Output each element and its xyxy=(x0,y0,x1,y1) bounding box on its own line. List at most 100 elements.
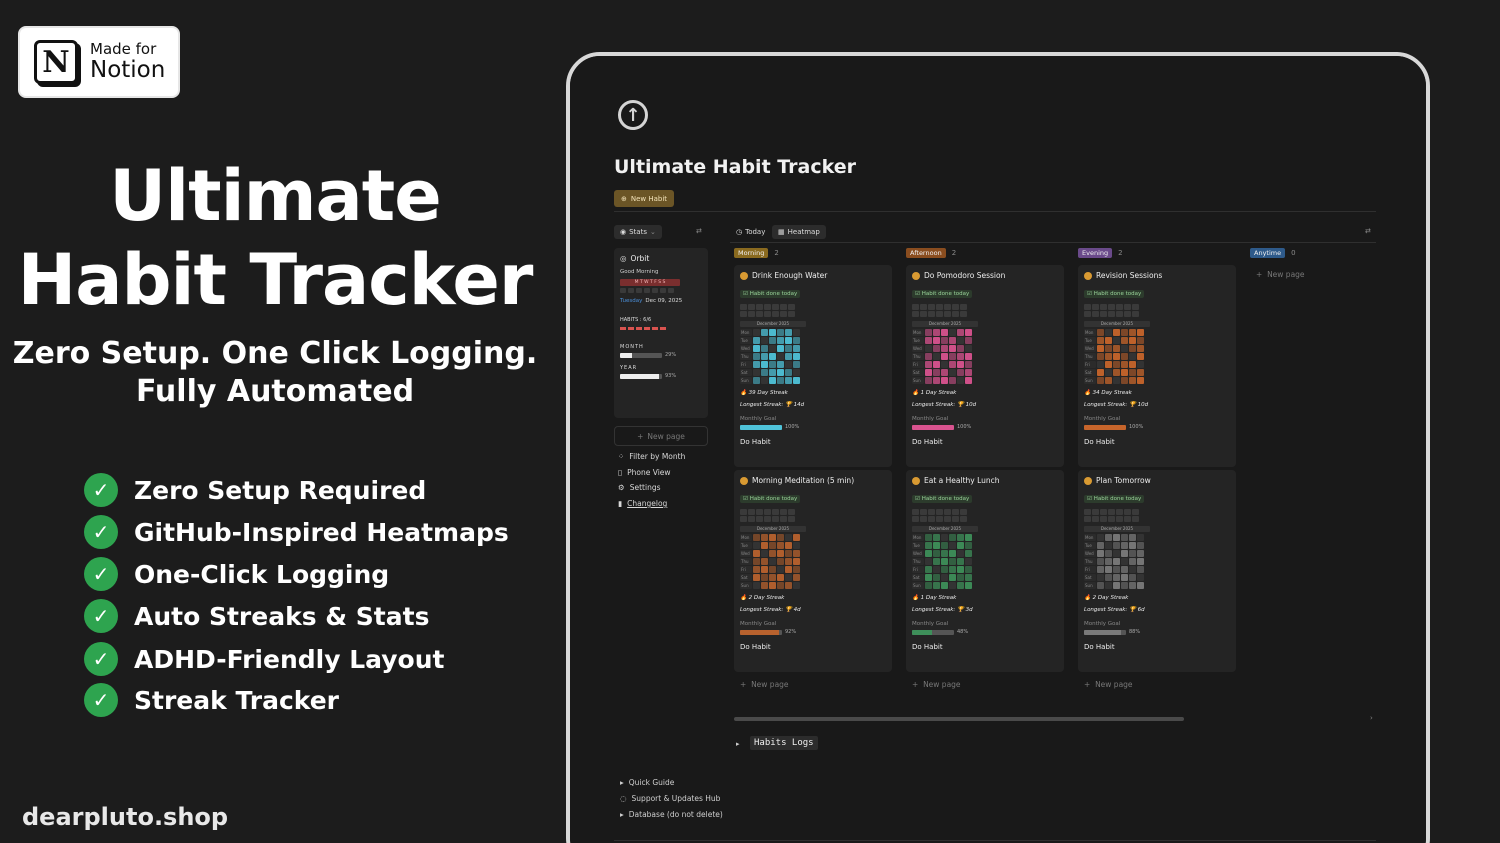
heatmap-cell xyxy=(761,377,768,384)
toggle-quick-guide[interactable]: ▸ Quick Guide xyxy=(620,778,674,787)
heatmap-cell xyxy=(753,377,760,384)
group-anytime[interactable]: Anytime 0 xyxy=(1250,248,1296,258)
sidebar-link-filter-by-month[interactable]: ⁘ Filter by Month xyxy=(618,452,685,461)
group-morning[interactable]: Morning 2 xyxy=(734,248,779,258)
do-habit-button[interactable]: Do Habit xyxy=(1084,643,1230,651)
do-habit-button[interactable]: Do Habit xyxy=(740,643,886,651)
heatmap-cell xyxy=(1097,566,1104,573)
sidebar-link-changelog[interactable]: ▮ Changelog xyxy=(618,499,667,508)
habit-title-label: Morning Meditation (5 min) xyxy=(752,476,855,485)
heatmap-cell xyxy=(793,550,800,557)
habit-done-badge[interactable]: ☑ Habit done today xyxy=(740,495,801,503)
heatmap-cell xyxy=(941,361,948,368)
heatmap-cell xyxy=(1105,361,1112,368)
link-support-hub[interactable]: ◌ Support & Updates Hub xyxy=(620,794,720,803)
tab-stats[interactable]: ◉ Stats ⌄ xyxy=(614,225,662,239)
habit-done-badge[interactable]: ☑ Habit done today xyxy=(1084,290,1145,298)
habit-card[interactable]: Morning Meditation (5 min) ☑ Habit done … xyxy=(734,470,892,672)
habit-title[interactable]: Do Pomodoro Session xyxy=(912,271,1058,280)
clock-icon: ◷ xyxy=(736,228,743,236)
heatmap-cell xyxy=(777,582,784,589)
habit-done-badge[interactable]: ☑ Habit done today xyxy=(1084,495,1145,503)
hero-title-line1: Ultimate xyxy=(109,155,441,237)
monthly-goal-bar: 48% xyxy=(912,629,1058,635)
do-habit-button[interactable]: Do Habit xyxy=(912,438,1058,446)
habit-card[interactable]: Revision Sessions ☑ Habit done today Dec… xyxy=(1078,265,1236,467)
view-today[interactable]: ◷ Today xyxy=(730,225,771,239)
heatmap-cell xyxy=(769,534,776,541)
view-heatmap[interactable]: ▦ Heatmap xyxy=(772,225,826,239)
toggle-triangle-icon[interactable]: ▸ xyxy=(736,740,740,748)
anytime-new-page[interactable]: + New page xyxy=(1256,270,1305,279)
heatmap-cell xyxy=(1097,582,1104,589)
sidebar-new-page-button[interactable]: + New page xyxy=(614,426,708,446)
day-label: Wed xyxy=(740,550,752,557)
chevron-right-icon[interactable]: › xyxy=(1370,714,1373,722)
habit-done-badge[interactable]: ☑ Habit done today xyxy=(740,290,801,298)
do-habit-button[interactable]: Do Habit xyxy=(740,438,886,446)
habit-done-badge[interactable]: ☑ Habit done today xyxy=(912,495,973,503)
habit-title[interactable]: Plan Tomorrow xyxy=(1084,476,1230,485)
habit-title[interactable]: Morning Meditation (5 min) xyxy=(740,476,886,485)
goal-fill xyxy=(912,424,954,430)
heatmap-cell xyxy=(1121,353,1128,360)
habit-title[interactable]: Eat a Healthy Lunch xyxy=(912,476,1058,485)
habit-card[interactable]: Eat a Healthy Lunch ☑ Habit done today D… xyxy=(906,470,1064,672)
heatmap-cell xyxy=(1137,574,1144,581)
sidebar-link-phone-view[interactable]: ▯ Phone View xyxy=(618,468,671,477)
heatmap-cell xyxy=(1121,574,1128,581)
habit-title[interactable]: Revision Sessions xyxy=(1084,271,1230,280)
sliders-icon[interactable]: ⇄ xyxy=(696,227,702,235)
week-row xyxy=(740,509,886,515)
horizontal-scrollbar[interactable] xyxy=(734,717,1184,721)
heatmap-cell xyxy=(1129,582,1136,589)
heatmap-grid: Mon Tue Wed Thu Fri Sat Sun xyxy=(740,329,886,384)
heatmap-cell xyxy=(1113,353,1120,360)
do-habit-button[interactable]: Do Habit xyxy=(912,643,1058,651)
habit-done-badge[interactable]: ☑ Habit done today xyxy=(912,290,973,298)
heatmap-cell xyxy=(1137,558,1144,565)
goal-fill xyxy=(740,629,779,635)
heatmap-cell xyxy=(785,345,792,352)
column-new-page[interactable]: + New page xyxy=(1084,680,1133,689)
sidebar-link-settings[interactable]: ⚙ Settings xyxy=(618,483,661,492)
habit-icon xyxy=(912,271,920,280)
habit-card[interactable]: Plan Tomorrow ☑ Habit done today Decembe… xyxy=(1078,470,1236,672)
heatmap-cell xyxy=(1105,582,1112,589)
heatmap-cell xyxy=(957,582,964,589)
habit-card[interactable]: Do Pomodoro Session ☑ Habit done today D… xyxy=(906,265,1064,467)
weekday-header: M T W T F S S xyxy=(620,279,680,286)
habits-logs-toggle[interactable]: Habits Logs xyxy=(750,736,818,750)
heatmap-cell xyxy=(777,369,784,376)
link-label: Settings xyxy=(629,483,661,492)
badge-line2: Notion xyxy=(90,57,166,83)
day-label: Thu xyxy=(1084,558,1096,565)
streak: 🔥 2 Day Streak xyxy=(740,595,886,601)
day-label: Tue xyxy=(740,337,752,344)
heatmap-cell xyxy=(769,558,776,565)
heatmap-cell xyxy=(793,361,800,368)
promo-canvas: N Made for Notion Ultimate Habit Tracker… xyxy=(0,0,1500,843)
new-habit-button[interactable]: ⊕ New Habit xyxy=(614,190,675,207)
heatmap-cell xyxy=(1137,353,1144,360)
heatmap-cell xyxy=(949,582,956,589)
group-afternoon[interactable]: Afternoon 2 xyxy=(906,248,956,258)
group-evening[interactable]: Evening 2 xyxy=(1078,248,1123,258)
column-new-page[interactable]: + New page xyxy=(912,680,961,689)
chevron-down-icon: ⌄ xyxy=(649,228,656,236)
heatmap-cell xyxy=(957,566,964,573)
longest-streak: Longest Streak: 🏆 3d xyxy=(912,607,973,613)
toggle-database[interactable]: ▸ Database (do not delete) xyxy=(620,810,723,819)
habit-title[interactable]: Drink Enough Water xyxy=(740,271,886,280)
habit-card[interactable]: Drink Enough Water ☑ Habit done today De… xyxy=(734,265,892,467)
new-habit-label: New Habit xyxy=(630,194,668,203)
heatmap-cell xyxy=(761,329,768,336)
sliders-icon[interactable]: ⇄ xyxy=(1365,227,1371,235)
weekday-dots xyxy=(620,288,702,293)
heatmap-cell xyxy=(785,337,792,344)
feature-label: Zero Setup Required xyxy=(134,475,427,505)
do-habit-button[interactable]: Do Habit xyxy=(1084,438,1230,446)
streak-label: 1 Day Streak xyxy=(920,595,957,601)
column-new-page[interactable]: + New page xyxy=(740,680,789,689)
heatmap-cell xyxy=(761,361,768,368)
